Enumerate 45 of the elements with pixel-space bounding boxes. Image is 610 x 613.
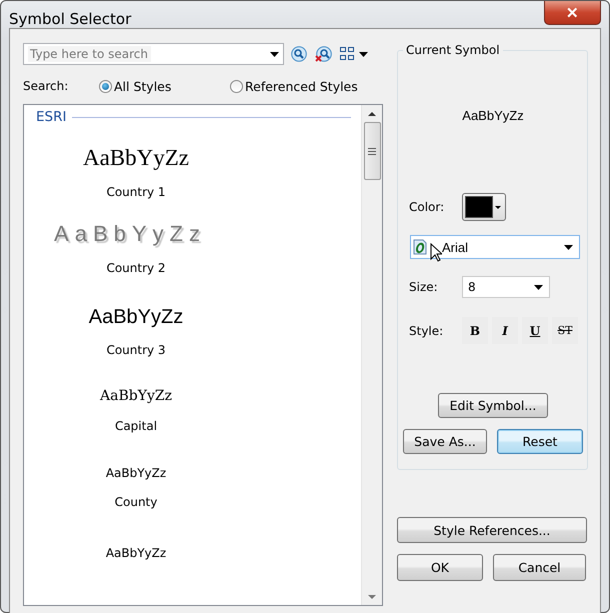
font-icon <box>413 239 427 255</box>
clear-search-icon[interactable] <box>314 45 332 63</box>
color-picker[interactable] <box>462 193 506 221</box>
cancel-button[interactable]: Cancel <box>493 554 586 581</box>
font-style-button[interactable]: B <box>462 317 488 344</box>
style-references-button[interactable]: Style References... <box>397 517 587 543</box>
group-heading: ESRI <box>36 109 66 125</box>
font-dropdown[interactable]: Arial <box>410 235 580 259</box>
window-title: Symbol Selector <box>9 10 132 28</box>
scroll-thumb[interactable] <box>364 122 380 180</box>
scope-radio[interactable]: All Styles <box>99 78 230 94</box>
size-label: Size: <box>408 280 439 294</box>
size-dropdown[interactable]: 8 <box>462 276 550 298</box>
caret-icon <box>564 244 573 250</box>
scope-radio[interactable]: Referenced Styles <box>230 78 358 94</box>
symbol-label: Country 1 <box>106 185 166 199</box>
symbol-sample[interactable]: AaBbYyZz <box>82 146 190 169</box>
caret-icon <box>270 52 279 56</box>
panel-title: Current Symbol <box>403 43 503 57</box>
symbol-label: Country 2 <box>106 261 166 275</box>
color-label: Color: <box>408 200 446 214</box>
edit-symbol-button[interactable]: Edit Symbol... <box>438 393 548 418</box>
symbol-label: Country 3 <box>106 343 166 357</box>
font-style-button[interactable]: I <box>492 317 518 344</box>
font-style-button[interactable]: ST <box>552 317 578 344</box>
search-field[interactable]: Type here to search <box>23 43 284 65</box>
symbol-sample[interactable]: AaBbYyZz <box>106 547 166 559</box>
symbol-sample[interactable]: AaBbYyZz <box>106 467 166 479</box>
symbol-label: Capital <box>114 419 158 433</box>
reset-button[interactable]: Reset <box>497 429 583 454</box>
font-style-button[interactable]: U <box>522 317 548 344</box>
symbol-sample[interactable]: AaBbYyZz <box>100 389 172 403</box>
ok-button[interactable]: OK <box>397 554 483 581</box>
symbol-sample[interactable]: AaBbYyZz <box>88 307 184 327</box>
symbol-sample[interactable]: AaBbYyZz <box>54 223 206 245</box>
symbol-preview: AaBbYyZz <box>462 108 524 123</box>
search-label: Search: <box>23 79 70 93</box>
style-label: Style: <box>408 324 444 338</box>
caret-icon <box>534 284 543 290</box>
search-icon[interactable] <box>290 45 308 63</box>
caret-icon <box>495 206 501 208</box>
symbol-label: County <box>114 495 158 509</box>
mouse-pointer-icon <box>430 243 442 262</box>
save-as-button[interactable]: Save As... <box>403 429 487 454</box>
close-button[interactable]: ✕ <box>544 1 601 25</box>
